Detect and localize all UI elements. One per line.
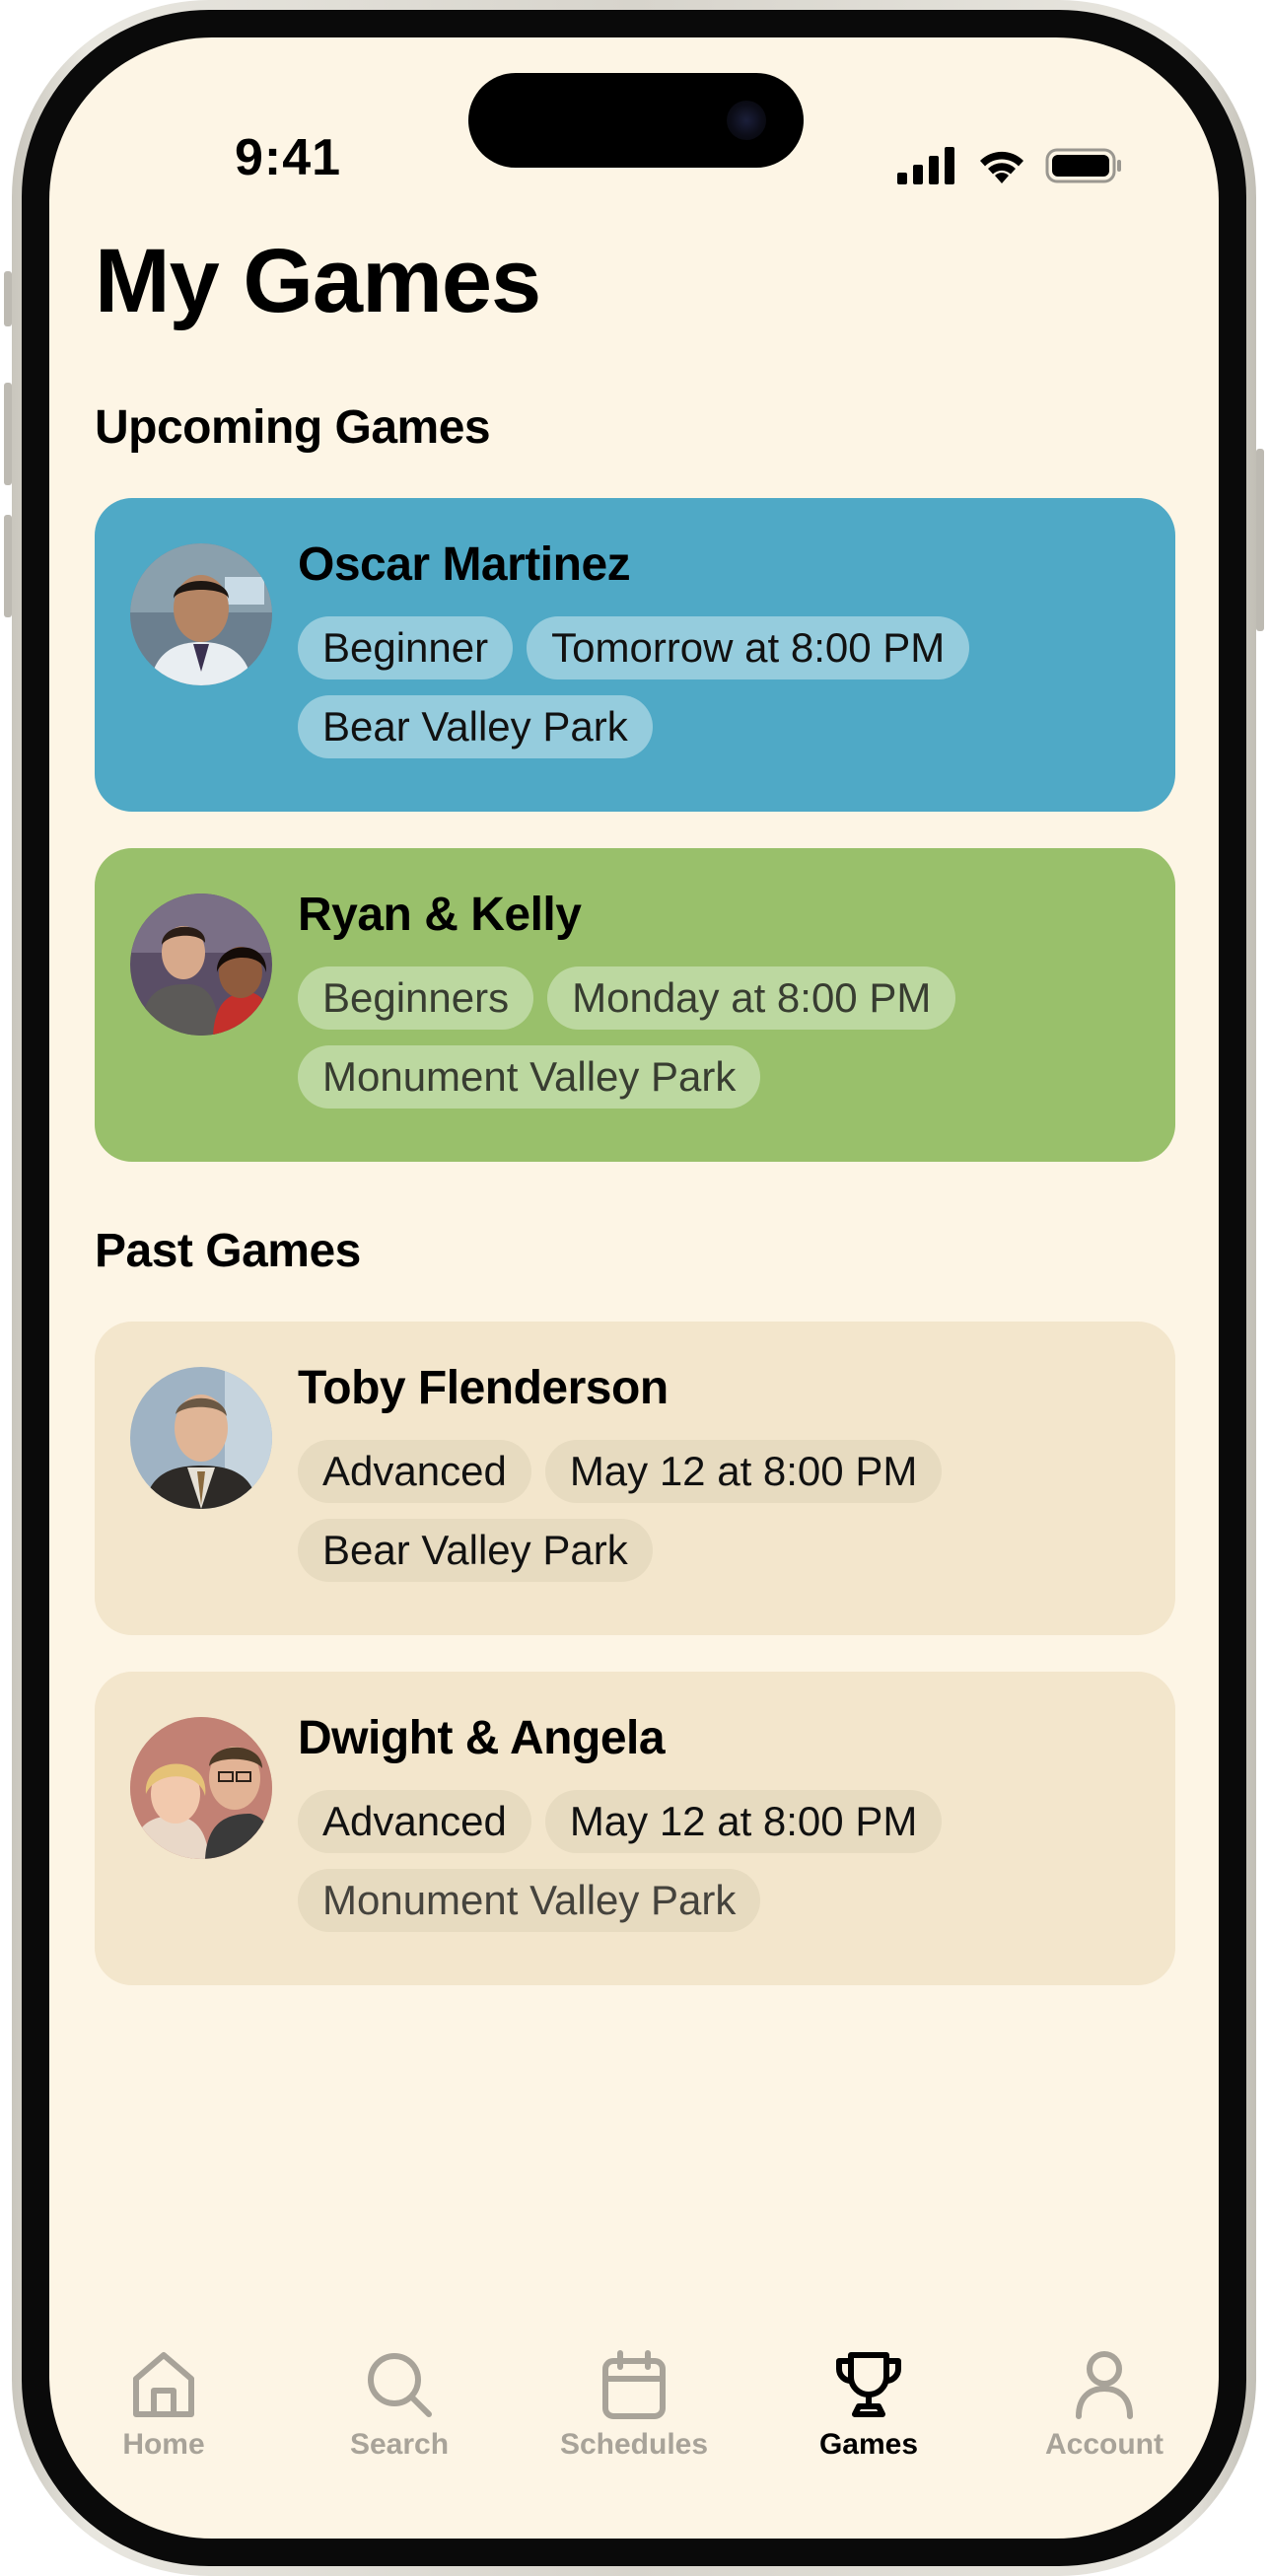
skill-level-chip: Advanced <box>298 1790 531 1853</box>
dynamic-island <box>468 73 804 168</box>
volume-down-button <box>4 515 12 617</box>
tab-label: Schedules <box>559 2428 709 2461</box>
chip-group: Advanced May 12 at 8:00 PM Monument Vall… <box>298 1790 1047 1932</box>
home-icon <box>133 2352 194 2417</box>
time-chip: Tomorrow at 8:00 PM <box>527 616 970 680</box>
calendar-icon <box>602 2350 666 2419</box>
battery-icon <box>1045 148 1121 183</box>
action-button <box>4 271 12 326</box>
skill-level-chip: Beginner <box>298 616 514 680</box>
opponent-name: Oscar Martinez <box>298 538 631 591</box>
page-title: My Games <box>95 231 541 331</box>
time-chip: May 12 at 8:00 PM <box>544 1790 943 1853</box>
game-card[interactable]: Oscar Martinez Beginner Tomorrow at 8:00… <box>95 498 1175 812</box>
power-button <box>1256 449 1264 631</box>
location-chip: Monument Valley Park <box>298 1045 761 1109</box>
location-chip: Bear Valley Park <box>298 1519 653 1582</box>
time-chip: May 12 at 8:00 PM <box>544 1440 943 1503</box>
skill-level-chip: Beginners <box>298 966 534 1030</box>
opponent-name: Ryan & Kelly <box>298 889 582 941</box>
location-chip: Monument Valley Park <box>298 1869 761 1932</box>
game-card[interactable]: Toby Flenderson Advanced May 12 at 8:00 … <box>95 1322 1175 1635</box>
wifi-icon <box>980 151 1023 183</box>
chip-group: Advanced May 12 at 8:00 PM Bear Valley P… <box>298 1440 1047 1582</box>
tab-schedules[interactable]: Schedules <box>535 2345 733 2462</box>
chip-group: Beginner Tomorrow at 8:00 PM Bear Valley… <box>298 616 1047 758</box>
section-title-past: Past Games <box>95 1225 361 1277</box>
tab-home[interactable]: Home <box>65 2345 262 2462</box>
game-card[interactable]: Ryan & Kelly Beginners Monday at 8:00 PM… <box>95 848 1175 1162</box>
screen: 9:41 My Games Upcoming Games Oscar Marti… <box>49 37 1219 2539</box>
tab-label: Games <box>818 2428 919 2461</box>
skill-level-chip: Advanced <box>298 1440 531 1503</box>
tab-bar: Home Search Schedules Games Account <box>49 2345 1219 2473</box>
avatar <box>130 543 272 685</box>
location-chip: Bear Valley Park <box>298 695 653 758</box>
tab-label: Search <box>349 2428 450 2461</box>
status-time: 9:41 <box>234 129 342 186</box>
camera-icon <box>727 101 766 140</box>
status-icons <box>897 146 1124 185</box>
chip-group: Beginners Monday at 8:00 PM Monument Val… <box>298 966 1047 1109</box>
tab-search[interactable]: Search <box>301 2345 498 2462</box>
cellular-signal-icon <box>897 147 954 184</box>
game-card[interactable]: Dwight & Angela Advanced May 12 at 8:00 … <box>95 1672 1175 1985</box>
volume-up-button <box>4 383 12 485</box>
avatar <box>130 894 272 1036</box>
time-chip: Monday at 8:00 PM <box>547 966 956 1030</box>
tab-account[interactable]: Account <box>1006 2345 1203 2462</box>
tab-label: Home <box>122 2428 205 2461</box>
opponent-name: Toby Flenderson <box>298 1362 669 1414</box>
avatar <box>130 1717 272 1859</box>
person-icon <box>1076 2351 1133 2419</box>
trophy-icon <box>836 2352 901 2417</box>
search-icon <box>368 2353 432 2417</box>
tab-label: Account <box>1045 2428 1163 2461</box>
section-title-upcoming: Upcoming Games <box>95 401 491 454</box>
avatar <box>130 1367 272 1509</box>
tab-games[interactable]: Games <box>770 2345 967 2462</box>
opponent-name: Dwight & Angela <box>298 1712 666 1764</box>
